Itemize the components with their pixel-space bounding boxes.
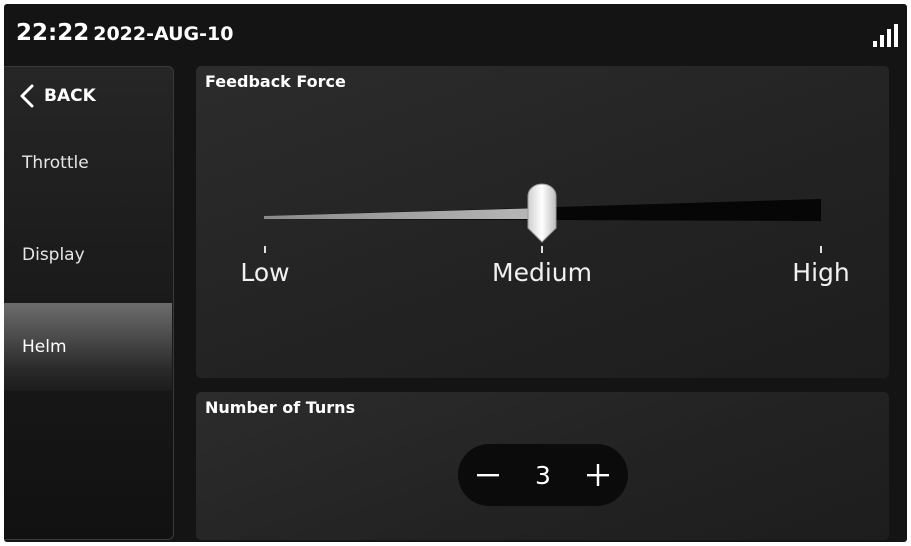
turns-value: 3 <box>535 460 551 490</box>
signal-bars-icon <box>873 24 898 47</box>
chevron-left-icon <box>20 84 34 108</box>
status-bar: 22:22 2022-AUG-10 <box>4 4 907 64</box>
sidebar-item-throttle[interactable]: Throttle <box>4 119 172 207</box>
clock: 22:22 2022-AUG-10 <box>16 20 233 46</box>
back-label: BACK <box>44 86 96 106</box>
number-of-turns-panel: Number of Turns 3 <box>196 392 889 540</box>
turns-stepper: 3 <box>458 444 628 506</box>
tick-high <box>820 246 822 253</box>
slider-graphic <box>264 183 822 253</box>
sidebar-item-label: Helm <box>22 337 67 357</box>
screen: 22:22 2022-AUG-10 BACK Throttle Display H… <box>4 4 907 542</box>
feedback-force-slider[interactable]: Low Medium High <box>196 66 889 378</box>
sidebar-item-label: Display <box>22 245 85 265</box>
sidebar-item-label: Throttle <box>22 153 89 173</box>
decrement-button[interactable] <box>462 444 514 506</box>
minus-icon <box>477 474 499 477</box>
back-button[interactable]: BACK <box>20 81 96 111</box>
feedback-force-panel: Feedback Force Low Medium High <box>196 66 889 378</box>
sidebar-item-helm[interactable]: Helm <box>4 303 172 391</box>
plus-icon <box>587 464 609 486</box>
sidebar-item-display[interactable]: Display <box>4 211 172 299</box>
increment-button[interactable] <box>572 444 624 506</box>
panel-title: Number of Turns <box>205 398 356 417</box>
status-date: 2022-AUG-10 <box>93 23 234 45</box>
slider-knob <box>527 183 557 243</box>
slider-fill <box>264 208 542 219</box>
level-label-high: High <box>792 258 850 287</box>
level-label-low: Low <box>240 258 290 287</box>
sidebar: BACK Throttle Display Helm <box>4 66 174 540</box>
status-time: 22:22 <box>16 20 90 46</box>
tick-medium <box>541 246 543 253</box>
level-label-medium: Medium <box>492 258 592 287</box>
tick-low <box>264 246 266 253</box>
